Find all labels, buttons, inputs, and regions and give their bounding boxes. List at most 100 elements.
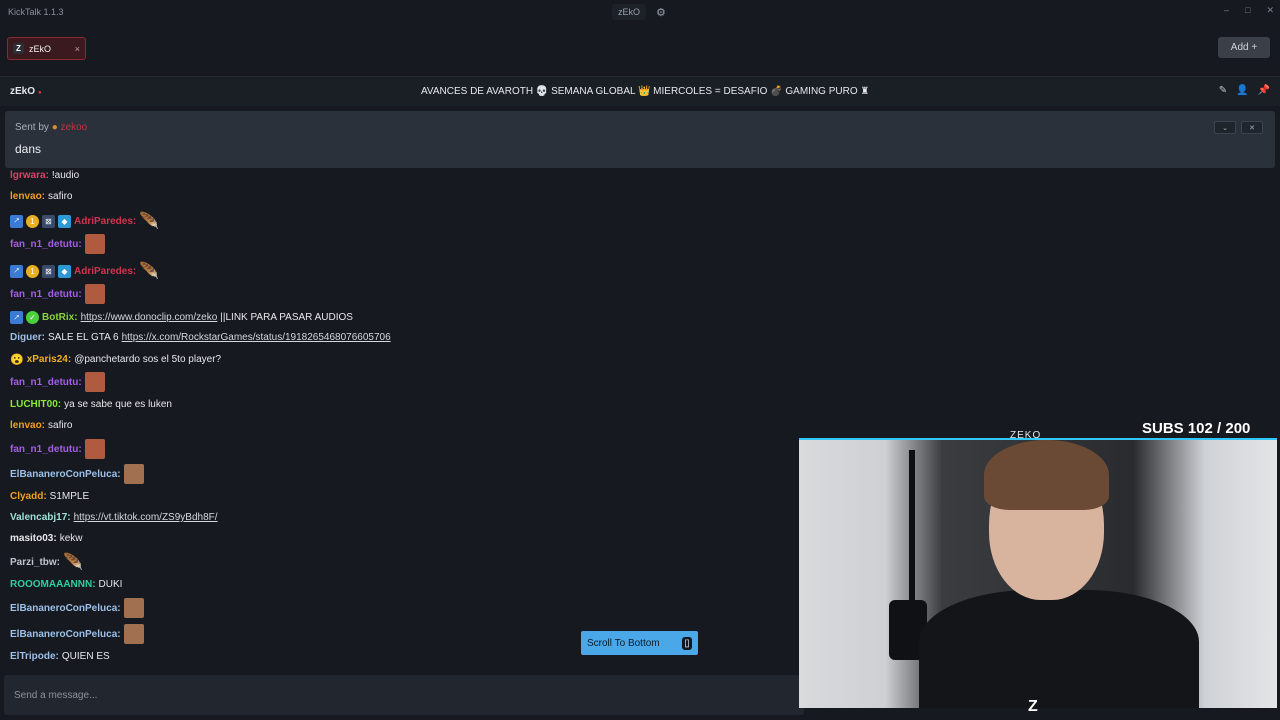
chat-message: fan_n1_detutu: [10,234,105,254]
minimize-button[interactable]: – [1224,5,1229,16]
close-window-button[interactable]: ✕ [1266,5,1274,16]
username[interactable]: AdriParedes: [74,216,136,227]
message-text: @panchetardo sos el 5to player? [74,354,222,365]
expand-pinned-button[interactable]: ⌄ [1214,121,1236,134]
chat-message: ⭧ ✓ BotRix: https://www.donoclip.com/zek… [10,311,353,324]
tab-zeko[interactable]: Z zEkO × [7,37,86,60]
streamer-hair [984,440,1109,510]
gem-badge-icon: ◆ [58,214,71,228]
subs-goal: SUBS 102 / 200 [1142,420,1251,437]
username[interactable]: masito03: [10,533,57,544]
zeko-logo-icon: Z [1028,698,1038,715]
window-controls: – □ ✕ [1224,5,1274,16]
pushpin-icon[interactable]: 📌 [1258,85,1270,96]
username[interactable]: fan_n1_detutu: [10,239,82,250]
pin-badge-icon: ⭧ [10,214,23,228]
user-icon[interactable]: 👤 [1236,85,1248,96]
username[interactable]: BotRix: [42,312,78,323]
message-text: kekw [59,533,83,544]
chat-message: ElBananeroConPeluca: [10,624,144,644]
chat-message: fan_n1_detutu: [10,372,105,392]
chat-message: ElBananeroConPeluca: [10,598,144,618]
face-emote-icon [84,372,105,392]
shield-badge-icon: ⊠ [42,264,55,278]
chat-message: masito03: kekw [10,533,82,544]
channel-name: zEkO ● [10,86,42,97]
message-text: SALE EL GTA 6 [48,332,119,343]
coin-badge-icon: 1 [26,214,39,228]
sent-by-label: Sent by [15,122,49,133]
app-title: KickTalk 1.1.3 [8,7,64,17]
username[interactable]: fan_n1_detutu: [10,289,82,300]
photo-emote-icon [123,624,144,644]
title-bar: KickTalk 1.1.3 zEkO ⚙ – □ ✕ [0,0,1280,26]
maximize-button[interactable]: □ [1245,5,1250,16]
sender-badge-icon: ● [51,122,58,133]
close-icon[interactable]: × [75,44,80,54]
window-channel-label[interactable]: zEkO [612,4,647,20]
photo-emote-icon [123,464,144,484]
chat-message: lgrwara: !audio [10,170,79,181]
chat-message: ElBananeroConPeluca: [10,464,144,484]
mic-arm [909,450,915,600]
username[interactable]: AdriParedes: [74,266,136,277]
username[interactable]: lenvao: [10,420,45,431]
username[interactable]: lenvao: [10,191,45,202]
pinned-actions: ⌄ ✕ [1214,121,1263,134]
channel-avatar: Z [13,43,24,54]
username[interactable]: fan_n1_detutu: [10,377,82,388]
username[interactable]: lgrwara: [10,170,49,181]
pinned-message: Sent by ● zekoo dans ⌄ ✕ [5,111,1275,168]
message-text: safiro [48,420,73,431]
scroll-to-bottom-button[interactable]: Scroll To Bottom ▯ [581,631,698,655]
chat-list: lgrwara: !audio lenvao: safiro ⭧ 1 ⊠ ◆ Adr… [0,166,790,671]
chat-message: Parzi_tbw: 🪶 [10,552,83,572]
message-link[interactable]: https://www.donoclip.com/zeko [81,312,218,323]
message-text: S1MPLE [49,491,90,502]
add-channel-button[interactable]: Add + [1218,37,1270,58]
pin-icon[interactable]: ✎ [1219,85,1227,96]
pin-badge-icon: ⭧ [10,311,23,324]
pinned-sender: Sent by ● zekoo [15,122,87,133]
username[interactable]: xParis24: [27,354,71,365]
webcam-label: ZEKO [1010,430,1042,441]
message-text: ||LINK PARA PASAR AUDIOS [220,312,353,323]
stream-title: AVANCES DE AVAROTH 💀 SEMANA GLOBAL 👑 MIE… [421,86,870,97]
username[interactable]: Clyadd: [10,491,47,502]
message-link[interactable]: https://x.com/RockstarGames/status/19182… [122,332,391,343]
chat-message: ⭧ 1 ⊠ ◆ AdriParedes: 🪶 [10,261,159,281]
chat-message: ROOOMAAANNN: DUKI [10,579,122,590]
gear-icon[interactable]: ⚙ [656,6,666,19]
username[interactable]: Diguer: [10,332,45,343]
username[interactable]: LUCHIT00: [10,399,61,410]
username[interactable]: ElBananeroConPeluca: [10,469,121,480]
username[interactable]: Valencabj17: [10,512,71,523]
channel-actions: ✎ 👤 📌 [1219,85,1270,96]
face-emote-icon [84,284,105,304]
pinned-sender-name[interactable]: zekoo [61,122,88,133]
channel-bar: zEkO ● AVANCES DE AVAROTH 💀 SEMANA GLOBAL… [0,76,1280,106]
face-emote-icon [84,234,105,254]
username[interactable]: fan_n1_detutu: [10,444,82,455]
emoji-badge-icon: 😮 [10,354,24,366]
username[interactable]: ElBananeroConPeluca: [10,603,121,614]
chat-message: lenvao: safiro [10,191,72,202]
chat-message: 😮 xParis24: @panchetardo sos el 5to player… [10,353,221,366]
username[interactable]: Parzi_tbw: [10,557,60,568]
message-link[interactable]: https://vt.tiktok.com/ZS9yBdh8F/ [74,512,218,523]
username[interactable]: ROOOMAAANNN: [10,579,96,590]
face-emote-icon [84,439,105,459]
bot-badge-icon: ✓ [26,311,39,324]
pinned-text: dans [15,142,42,156]
message-text: safiro [48,191,73,202]
live-dot-icon: ● [38,90,42,96]
username[interactable]: ElBananeroConPeluca: [10,629,121,640]
coin-badge-icon: 1 [26,264,39,278]
chat-message: ⭧ 1 ⊠ ◆ AdriParedes: 🪶 [10,211,159,231]
tab-label: zEkO [29,43,52,54]
username[interactable]: ElTripode: [10,651,59,662]
message-text: DUKI [98,579,123,590]
unpin-button[interactable]: ✕ [1241,121,1263,134]
message-input[interactable] [14,687,774,703]
chat-message: Valencabj17: https://vt.tiktok.com/ZS9yBd… [10,512,218,523]
